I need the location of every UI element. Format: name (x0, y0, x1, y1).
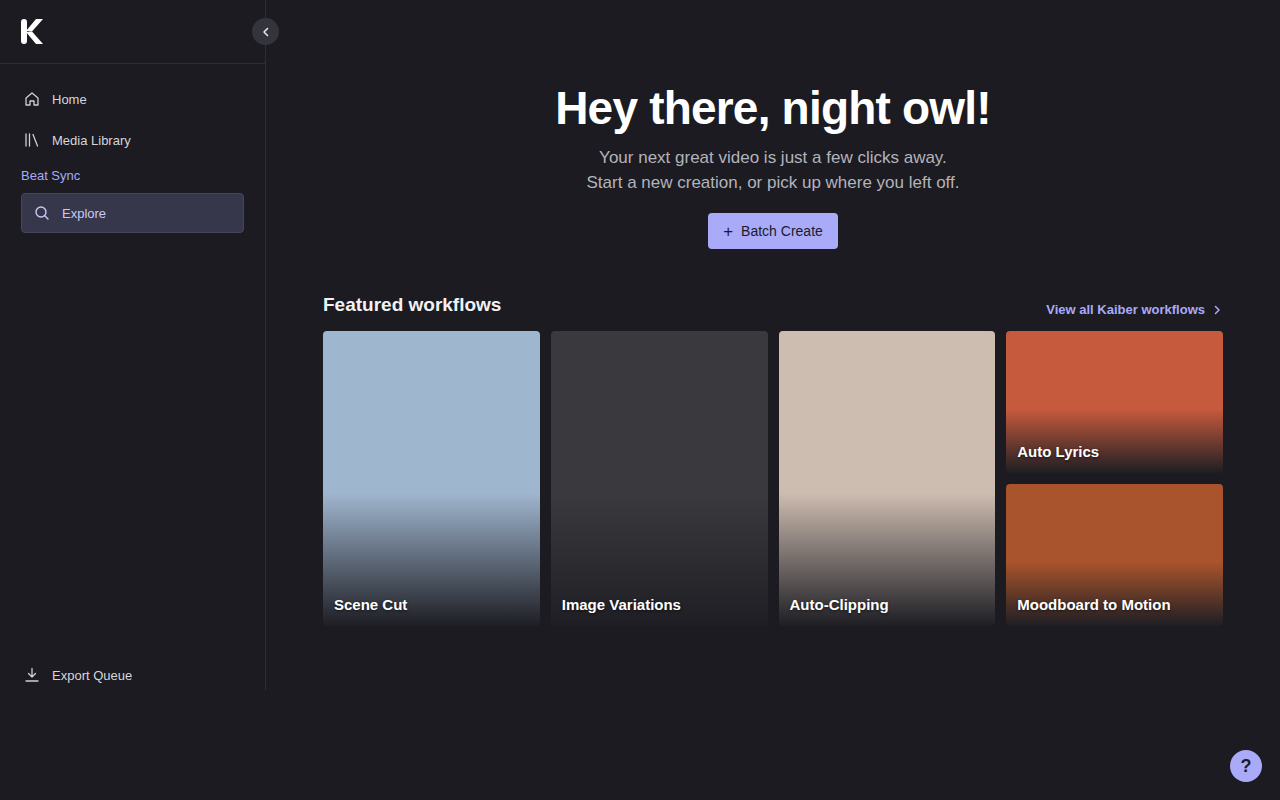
featured-workflows: Featured workflows View all Kaiber workfl… (323, 293, 1223, 626)
card-label: Auto Lyrics (1017, 443, 1099, 460)
hero-subtitle: Your next great video is just a few clic… (587, 145, 960, 195)
download-icon (23, 666, 41, 684)
search-icon (33, 204, 51, 222)
kaiber-logo-icon[interactable] (21, 19, 43, 44)
workflow-card[interactable]: Auto Lyrics (1006, 331, 1223, 473)
workflow-card[interactable]: Image Variations (551, 331, 768, 626)
batch-create-button[interactable]: +Batch Create (708, 213, 838, 249)
sidebar-item[interactable]: Media Library (21, 121, 244, 159)
hero-title: Hey there, night owl! (555, 80, 991, 136)
card-label: Image Variations (562, 596, 681, 613)
collapse-sidebar-button[interactable] (252, 18, 279, 45)
view-all-link[interactable]: View all Kaiber workflows (1046, 302, 1223, 317)
subtitle-line: Start a new creation, or pick up where y… (587, 170, 960, 195)
sidebar-item[interactable]: Explore (21, 193, 244, 233)
section-title: Beat Sync (21, 168, 244, 183)
export-queue-button[interactable]: Export Queue (0, 660, 265, 690)
sidebar: HomeMedia Library Beat Sync Explore Export … (0, 0, 266, 690)
library-icon (23, 131, 41, 149)
workflow-card[interactable]: Scene Cut (323, 331, 540, 626)
help-button[interactable]: ? (1230, 750, 1262, 782)
workflows-title: Featured workflows (323, 293, 501, 317)
workflow-cards: Scene Cut Image Variations Auto-Clipping Au… (323, 331, 1223, 626)
sidebar-header (0, 0, 265, 64)
hero: Hey there, night owl! Your next great vid… (555, 80, 991, 249)
sidebar-nav: HomeMedia Library Beat Sync Explore (0, 64, 265, 660)
chevron-right-icon (1211, 304, 1223, 316)
subtitle-line: Your next great video is just a few clic… (587, 145, 960, 170)
workflow-card[interactable]: Moodboard to Motion (1006, 484, 1223, 626)
workflow-card[interactable]: Auto-Clipping (779, 331, 996, 626)
main-content: Hey there, night owl! Your next great vid… (266, 0, 1280, 800)
workflows-header: Featured workflows View all Kaiber workfl… (323, 293, 1223, 317)
card-label: Scene Cut (334, 596, 407, 613)
sidebar-item[interactable]: Home (21, 80, 244, 118)
card-label: Auto-Clipping (790, 596, 889, 613)
card-label: Moodboard to Motion (1017, 596, 1170, 613)
app: HomeMedia Library Beat Sync Explore Export … (0, 0, 1280, 800)
plus-icon: + (723, 223, 733, 240)
home-icon (23, 90, 41, 108)
chevron-left-icon (260, 26, 272, 38)
